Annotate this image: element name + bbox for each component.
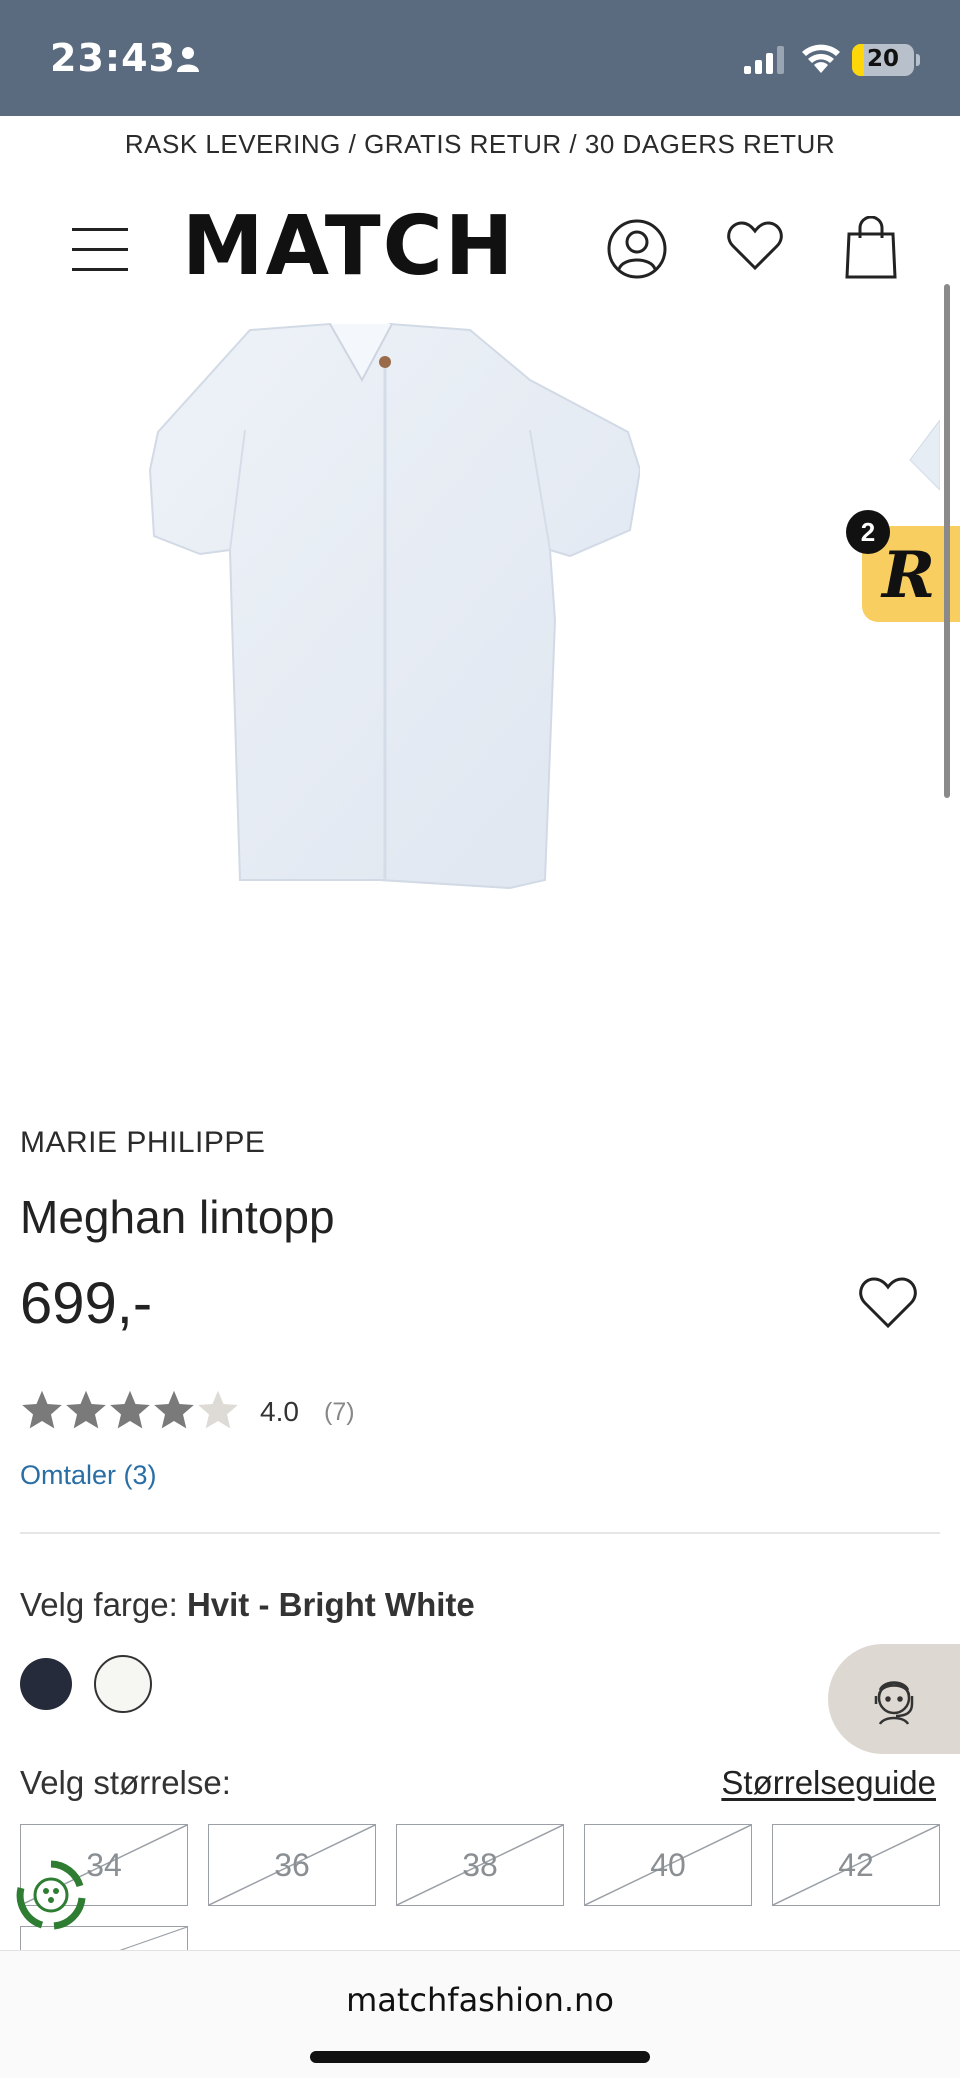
product-brand[interactable]: MARIE PHILIPPE xyxy=(20,1126,265,1160)
size-option-label: 40 xyxy=(650,1847,686,1883)
star-icon xyxy=(22,1390,62,1429)
product-page: 23:43 20 RASK LEVERING / GRATIS RETUR / … xyxy=(0,0,960,2078)
color-swatch-white[interactable] xyxy=(94,1655,152,1713)
star-icon xyxy=(110,1390,150,1429)
rating-value: 4.0 xyxy=(260,1396,299,1427)
bag-icon[interactable] xyxy=(844,215,898,285)
reviews-link[interactable]: Omtaler (3) xyxy=(20,1460,157,1491)
battery-nub xyxy=(916,54,920,66)
customer-service-chat-button[interactable] xyxy=(828,1644,960,1754)
size-option-42[interactable]: 42 xyxy=(772,1824,940,1906)
size-option-36[interactable]: 36 xyxy=(208,1824,376,1906)
size-option-label: 36 xyxy=(274,1847,310,1883)
scrollbar[interactable] xyxy=(944,284,950,798)
battery-icon: 20 xyxy=(852,44,914,76)
wifi-icon xyxy=(800,42,842,79)
next-image-peek[interactable] xyxy=(900,418,941,510)
divider xyxy=(20,1532,940,1534)
rating-stars xyxy=(20,1388,240,1434)
size-option-label: 42 xyxy=(838,1847,874,1883)
battery-level: 20 xyxy=(866,46,899,72)
reviews-widget-badge: 2 xyxy=(846,510,890,554)
product-image[interactable] xyxy=(100,320,642,920)
home-indicator xyxy=(310,2051,650,2063)
color-label-text: Velg farge: xyxy=(20,1586,187,1623)
product-price: 699,- xyxy=(20,1271,153,1336)
color-swatch-navy[interactable] xyxy=(20,1658,72,1710)
size-option-38[interactable]: 38 xyxy=(396,1824,564,1906)
star-icon xyxy=(66,1390,106,1429)
site-header: MATCH xyxy=(0,186,960,316)
rating-count: (7) xyxy=(324,1398,355,1426)
size-label: Velg størrelse: xyxy=(20,1764,231,1801)
recycle-icon[interactable] xyxy=(14,1858,88,1932)
promo-banner: RASK LEVERING / GRATIS RETUR / 30 DAGERS… xyxy=(124,129,836,159)
star-icon xyxy=(198,1390,238,1429)
size-option-label: 38 xyxy=(462,1847,498,1883)
account-icon[interactable] xyxy=(606,218,668,285)
site-logo[interactable]: MATCH xyxy=(182,206,515,288)
product-name: Meghan lintopp xyxy=(20,1191,335,1243)
add-to-wishlist-button[interactable] xyxy=(858,1276,922,1336)
size-guide-link[interactable]: Størrelseguide xyxy=(721,1764,936,1802)
size-option-40[interactable]: 40 xyxy=(584,1824,752,1906)
status-bar: 23:43 20 xyxy=(0,0,960,116)
wishlist-icon[interactable] xyxy=(726,220,784,277)
browser-url[interactable]: matchfashion.no xyxy=(0,1981,960,2019)
selected-color: Hvit - Bright White xyxy=(186,1586,475,1623)
status-time: 23:43 xyxy=(50,36,176,80)
reviews-widget-logo: R xyxy=(882,538,936,613)
signal-icon xyxy=(744,46,788,79)
person-icon xyxy=(176,46,200,77)
browser-address-bar[interactable]: matchfashion.no xyxy=(0,1950,960,2078)
menu-icon[interactable] xyxy=(72,224,128,274)
star-icon xyxy=(154,1390,194,1429)
color-label: Velg farge: Hvit - Bright White xyxy=(20,1586,475,1624)
